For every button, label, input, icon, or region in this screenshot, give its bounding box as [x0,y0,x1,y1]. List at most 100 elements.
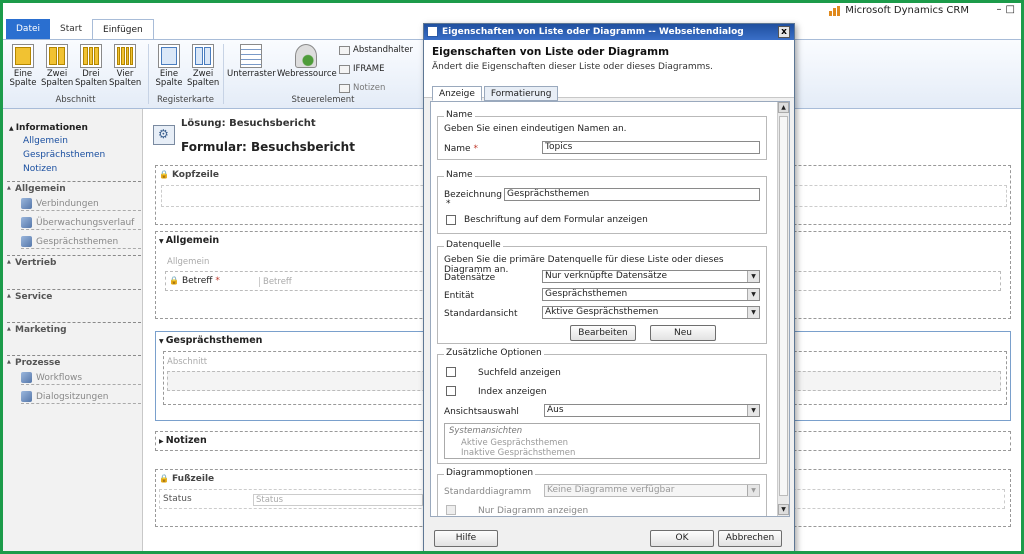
tab-anzeige[interactable]: Anzeige [432,86,482,101]
new-button[interactable]: Neu [650,325,716,341]
default-view-select[interactable]: Aktive Gesprächsthemen ▼ [542,306,760,319]
ok-button[interactable]: OK [650,530,714,547]
label-input[interactable]: Gesprächsthemen [504,188,760,201]
fieldset-legend: Zusätzliche Optionen [444,348,544,358]
name-label: Name * [444,144,478,154]
tab-allgemein-title: ▼ Allgemein [159,235,220,246]
two-column-section-button[interactable]: Zwei Spalten [41,44,73,88]
subgrid-button[interactable]: Unterraster [227,44,276,79]
scroll-thumb[interactable] [779,116,788,496]
nav-link-allgemein[interactable]: Allgemein [23,136,68,146]
chart-only-label: Nur Diagramm anzeigen [478,506,589,516]
four-column-section-button[interactable]: Vier Spalten [109,44,141,88]
crm-logo-icon [829,5,841,16]
webresource-button[interactable]: Webressource [277,44,337,79]
default-chart-label: Standarddiagramm [444,487,532,497]
two-column-tab-button[interactable]: Zwei Spalten [187,44,219,88]
label-required: * [446,199,451,209]
three-column-icon [80,44,102,68]
btn-label: Spalten [41,78,74,88]
status-input[interactable]: Status [253,494,423,506]
btn-label: Webressource [277,69,337,79]
name-hint: Geben Sie einen eindeutigen Namen an. [444,124,627,134]
nav-item-workflows[interactable]: Workflows [21,371,141,385]
nav-item-gespraechsthemen[interactable]: Gesprächsthemen [21,235,141,249]
list-item[interactable]: Inaktive Gesprächsthemen [445,448,759,458]
iframe-button[interactable]: IFRAME [339,64,384,74]
betreff-input[interactable]: Betreff [259,277,419,287]
default-chart-select[interactable]: Keine Diagramme verfügbar ▼ [544,484,760,497]
tab-notizen-title: ▶ Notizen [159,435,207,446]
help-button[interactable]: Hilfe [434,530,498,547]
edit-button[interactable]: Bearbeiten [570,325,636,341]
one-column-tab-button[interactable]: Eine Spalte [153,44,185,88]
chart-only-checkbox[interactable] [446,505,456,515]
spacer-button[interactable]: Abstandhalter [339,45,413,55]
dropdown-arrow-icon: ▼ [747,289,759,300]
nav-link-gespraechsthemen[interactable]: Gesprächsthemen [23,150,105,160]
view-selector-select[interactable]: Aus ▼ [544,404,760,417]
nav-item-verbindungen[interactable]: Verbindungen [21,197,141,211]
nav-item-dialogsitzungen[interactable]: Dialogsitzungen [21,390,141,404]
betreff-field-label: 🔒 Betreff * [169,276,220,286]
audit-icon [21,217,32,228]
scroll-up-icon[interactable]: ▲ [778,102,789,113]
dialog-titlebar: Eigenschaften von Liste oder Diagramm --… [424,24,794,40]
section-label: Abschnitt [167,357,208,367]
nav-section-prozesse[interactable]: Prozesse [7,355,141,368]
index-checkbox[interactable] [446,386,456,396]
name-input[interactable]: Topics [542,141,760,154]
nav-section-service[interactable]: Service [7,289,141,302]
fieldset-legend: Diagrammoptionen [444,468,536,478]
dialog-titlebar-text: Eigenschaften von Liste oder Diagramm --… [442,27,744,37]
tab-einfuegen[interactable]: Einfügen [92,19,154,39]
list-item[interactable]: Aktive Gesprächsthemen [445,438,759,448]
three-column-section-button[interactable]: Drei Spalten [75,44,107,88]
show-label-checkbox[interactable] [446,215,456,225]
section-allgemein-label: Allgemein [167,257,210,267]
system-views-heading: Systemansichten [449,426,523,436]
scroll-down-icon[interactable]: ▼ [778,504,789,515]
nav-section-allgemein[interactable]: Allgemein [7,181,141,194]
nav-section-marketing[interactable]: Marketing [7,322,141,335]
window-controls: – □ [997,4,1015,15]
tab-formatierung[interactable]: Formatierung [483,86,559,101]
minimize-icon[interactable]: – [997,4,1002,15]
ribbon-tabs: Datei Start Einfügen [6,19,154,39]
one-column-section-button[interactable]: Eine Spalte [7,44,39,88]
nav-section-vertrieb[interactable]: Vertrieb [7,255,141,268]
btn-label: Spalten [109,78,142,88]
records-select[interactable]: Nur verknüpfte Datensätze ▼ [542,270,760,283]
show-label-text: Beschriftung auf dem Formular anzeigen [464,215,648,225]
fieldset-label: Name Bezeichnung * Gesprächsthemen Besch… [437,170,767,234]
fieldset-chart-options: Diagrammoptionen Standarddiagramm Keine … [437,468,767,516]
dialog-session-icon [21,391,32,402]
entity-select[interactable]: Gesprächsthemen ▼ [542,288,760,301]
two-column-tab-icon [192,44,214,68]
cancel-button[interactable]: Abbrechen [718,530,782,547]
dialog-tabs: Anzeige Formatierung [432,86,559,101]
dialog-scrollbar[interactable]: ▲ ▼ [777,102,789,516]
iframe-icon [339,64,350,74]
system-views-list[interactable]: Systemansichten Aktive Gesprächsthemen I… [444,423,760,459]
group-label-section: Abschnitt [55,95,96,105]
dialog-body: Name Geben Sie einen eindeutigen Namen a… [430,101,790,517]
tab-datei[interactable]: Datei [6,19,51,39]
nav-item-ueberwachungsverlauf[interactable]: Überwachungsverlauf [21,216,141,230]
connections-icon [21,198,32,209]
btn-label: Unterraster [227,69,276,79]
iframe-label: IFRAME [353,64,385,74]
search-box-checkbox[interactable] [446,367,456,377]
tab-start[interactable]: Start [50,19,92,39]
footer-label: 🔒 Fußzeile [159,474,215,484]
one-column-tab-icon [158,44,180,68]
maximize-icon[interactable]: □ [1006,4,1015,15]
lock-icon: 🔒 [159,170,169,179]
nav-link-notizen[interactable]: Notizen [23,164,57,174]
close-icon[interactable]: x [778,26,790,38]
dialog-subheading: Ändert die Eigenschaften dieser Liste od… [432,62,713,72]
lock-icon: 🔒 [159,474,169,483]
default-view-label: Standardansicht [444,309,518,319]
notes-button[interactable]: Notizen [339,83,385,93]
status-field-label: Status [163,494,192,504]
